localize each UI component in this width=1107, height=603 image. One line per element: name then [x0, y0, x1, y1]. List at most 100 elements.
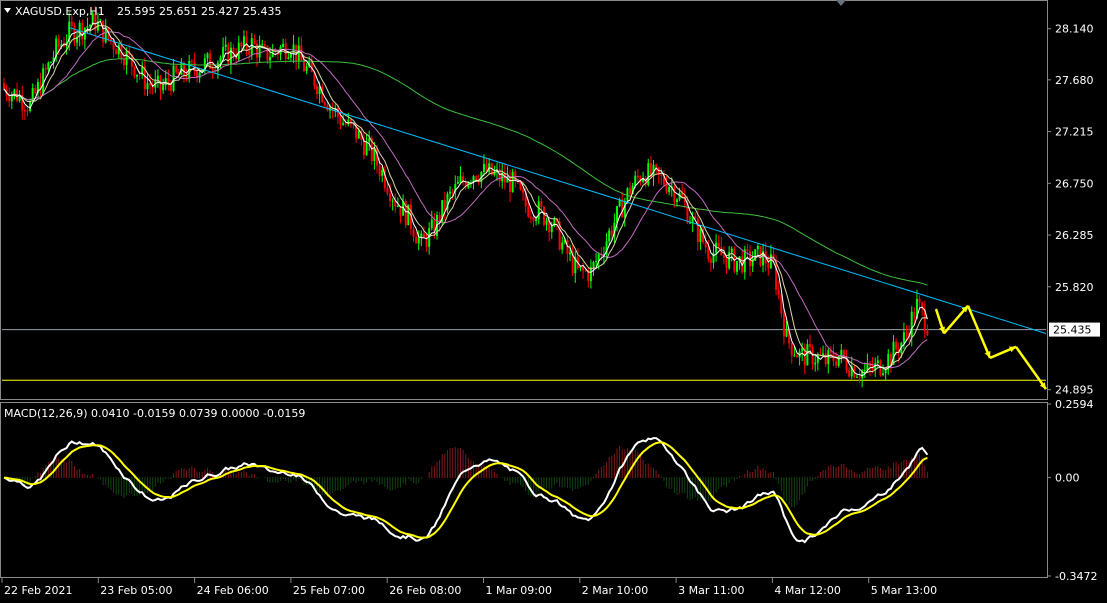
candle-body [73, 25, 76, 43]
candle-body [717, 242, 720, 247]
candle-body [561, 242, 564, 250]
candle-body [211, 68, 214, 71]
candle-body [237, 42, 240, 60]
price-tick-label: 26.750 [1055, 177, 1094, 190]
candle-body [133, 66, 136, 77]
candle-body [793, 355, 796, 357]
candle-body [263, 44, 266, 46]
candle-body [190, 60, 193, 62]
candle-body [323, 102, 326, 106]
candle-body [905, 332, 908, 334]
candle-body [229, 47, 232, 65]
candle-body [675, 199, 678, 203]
candle-body [699, 228, 702, 242]
candle-body [146, 83, 149, 90]
candle-body [459, 176, 462, 183]
candle-body [302, 60, 305, 72]
candle-body [809, 343, 812, 348]
candle-body [86, 26, 89, 28]
candle-body [162, 85, 165, 91]
candle-body [164, 78, 167, 86]
candle-body [396, 205, 399, 207]
time-tick-label: 2 Mar 10:00 [582, 584, 648, 597]
candle-body [378, 165, 381, 176]
candle-body [89, 25, 92, 27]
candle-body [451, 191, 454, 193]
candle-body [342, 123, 345, 125]
candle-body [673, 186, 676, 203]
price-tick-label: 27.215 [1055, 126, 1094, 139]
candle-body [511, 171, 514, 193]
candle-body [746, 249, 749, 252]
candle-body [316, 86, 319, 95]
candle-body [790, 343, 793, 356]
candle-body [542, 206, 545, 225]
price-tick-label: 28.140 [1055, 23, 1094, 36]
candle-body [412, 228, 415, 238]
chart-canvas[interactable]: 28.140 27.680 27.215 26.750 26.285 25.820 25.4… [0, 0, 1107, 599]
candle-body [626, 188, 629, 201]
candle-body [532, 216, 535, 222]
candle-body [584, 270, 587, 272]
candle-body [122, 59, 125, 66]
macd-tick-label: 0.2594 [1055, 398, 1094, 411]
candle-body [206, 53, 209, 59]
candle-body [136, 74, 139, 77]
candle-body [855, 376, 858, 378]
candle-body [57, 38, 60, 47]
candle-body [47, 62, 50, 70]
candle-body [707, 247, 710, 259]
candle-body [49, 62, 52, 64]
candle-body [261, 44, 264, 46]
candle-body [918, 298, 921, 303]
candle-body [373, 148, 376, 162]
candle-body [848, 370, 851, 377]
time-tick-label: 1 Mar 09:00 [486, 584, 552, 597]
candle-body [660, 174, 663, 176]
candle-body [23, 109, 26, 111]
candle-body [522, 189, 525, 193]
time-tick-label: 3 Mar 11:00 [678, 584, 744, 597]
candle-body [767, 263, 770, 269]
candle-body [795, 355, 798, 358]
candle-body [537, 201, 540, 220]
candle-body [269, 56, 272, 61]
candle-body [629, 188, 632, 195]
candle-body [250, 38, 253, 55]
candle-body [138, 74, 141, 76]
candle-body [420, 233, 423, 238]
candle-body [806, 343, 809, 366]
candle-body [824, 353, 827, 365]
time-tick-label: 22 Feb 2021 [4, 584, 72, 597]
candle-body [391, 200, 394, 202]
candle-body [115, 49, 118, 55]
price-tick-label: 26.285 [1055, 229, 1094, 242]
candle-body [175, 65, 178, 73]
candle-body [386, 187, 389, 194]
candle-body [782, 313, 785, 337]
time-tick-label: 4 Mar 12:00 [774, 584, 840, 597]
macd-tick-label: -0.3472 [1055, 570, 1097, 583]
candle-body [339, 116, 342, 125]
candle-body [305, 66, 308, 72]
candle-body [475, 176, 478, 181]
price-tick-label: 27.680 [1055, 74, 1094, 87]
candle-body [882, 373, 885, 375]
candle-body [655, 164, 658, 168]
candle-body [636, 175, 639, 178]
candle-body [535, 219, 538, 222]
candle-body [83, 27, 86, 40]
candle-body [102, 20, 105, 43]
time-tick-label: 26 Feb 08:00 [389, 584, 461, 597]
candle-body [156, 75, 159, 80]
candle-body [224, 44, 227, 48]
candle-body [422, 233, 425, 238]
candle-body [8, 96, 11, 102]
candle-body [347, 119, 350, 125]
candle-body [222, 47, 225, 58]
trading-chart[interactable]: 28.140 27.680 27.215 26.750 26.285 25.820 25.4… [0, 0, 1107, 599]
candle-body [550, 225, 553, 233]
candle-body [42, 68, 45, 94]
price-tick-label: 25.820 [1055, 281, 1094, 294]
current-price-label: 25.435 [1053, 324, 1092, 337]
